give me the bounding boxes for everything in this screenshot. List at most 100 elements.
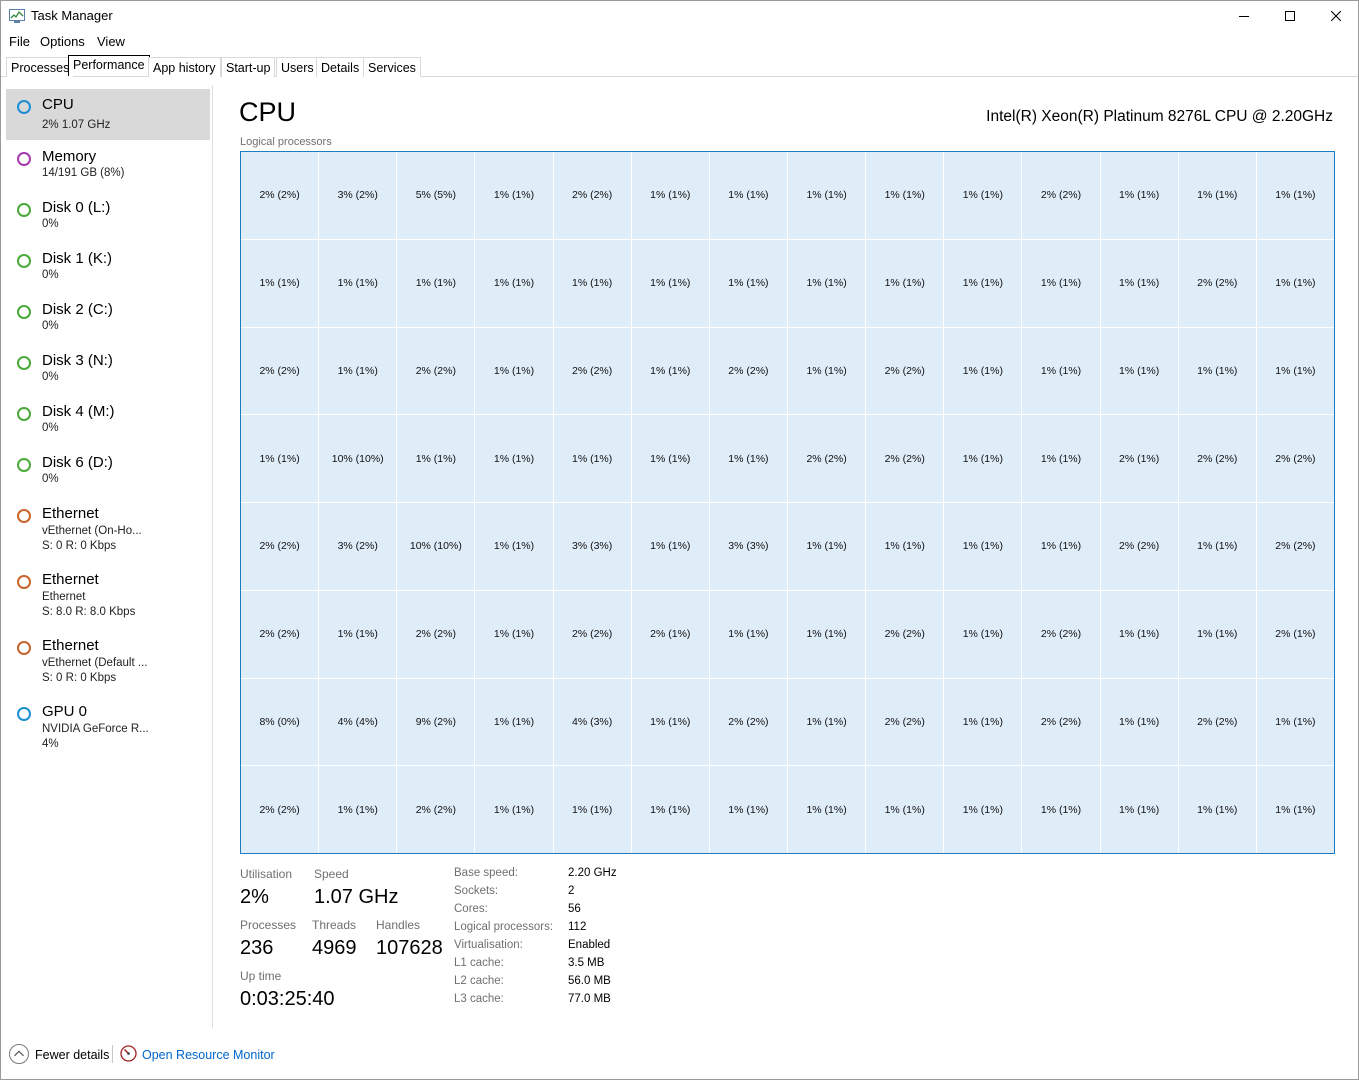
sidebar-item-throughput: S: 8.0 R: 8.0 Kbps [42, 606, 136, 618]
fewer-details-link[interactable]: Fewer details [35, 1048, 109, 1062]
logical-processor-cell: 1% (1%) [866, 239, 944, 327]
logical-processor-cell: 1% (1%) [788, 766, 866, 853]
spec-label: L2 cache: [454, 975, 504, 987]
logical-processor-cell: 1% (1%) [1256, 239, 1334, 327]
menu-bar: File Options View [1, 32, 1358, 52]
sidebar-item-title: Ethernet [42, 505, 99, 522]
resource-monitor-icon [120, 1045, 137, 1062]
logical-processor-cell: 1% (1%) [631, 239, 709, 327]
logical-processor-cell: 10% (10%) [319, 415, 397, 502]
logical-processor-cell: 1% (1%) [1178, 327, 1256, 415]
logical-processors-grid: 2% (2%) 3% (2%) 5% (5%) 1% (1%) 2% (2%) 1% (1… [240, 151, 1335, 854]
spec-value: 56 [568, 903, 581, 915]
tab-services[interactable]: Services [363, 57, 421, 77]
sidebar-item-memory[interactable]: Memory 14/191 GB (8%) [6, 141, 210, 191]
logical-processor-cell: 1% (1%) [788, 327, 866, 415]
minimize-icon [1239, 16, 1249, 17]
chevron-up-circle-icon[interactable] [9, 1044, 29, 1064]
title-bar: Task Manager [1, 1, 1358, 31]
tab-app-history[interactable]: App history [148, 57, 221, 77]
logical-processor-cell: 1% (1%) [1022, 327, 1100, 415]
tab-bar: Processes Performance App history Start-… [1, 55, 1358, 77]
sidebar-item-ethernet-3[interactable]: Ethernet vEthernet (Default ... S: 0 R: … [6, 630, 210, 695]
logical-processor-cell: 2% (1%) [631, 590, 709, 678]
logical-processor-cell: 2% (2%) [553, 590, 631, 678]
window-title: Task Manager [31, 8, 113, 23]
logical-processor-cell: 1% (1%) [475, 239, 553, 327]
sidebar-item-disk-6[interactable]: Disk 6 (D:) 0% [6, 447, 210, 497]
logical-processor-cell: 1% (1%) [1100, 678, 1178, 766]
logical-processor-cell: 2% (2%) [553, 152, 631, 239]
logical-processor-cell: 1% (1%) [553, 239, 631, 327]
disk-graph-icon [17, 407, 31, 421]
sidebar-item-gpu-0[interactable]: GPU 0 NVIDIA GeForce R... 4% [6, 696, 210, 761]
sidebar-item-disk-1[interactable]: Disk 1 (K:) 0% [6, 243, 210, 293]
maximize-button[interactable] [1267, 1, 1313, 31]
handles-label: Handles [376, 918, 421, 932]
logical-processor-cell: 2% (2%) [1100, 503, 1178, 590]
menu-view[interactable]: View [97, 34, 125, 49]
logical-processor-cell: 1% (1%) [319, 590, 397, 678]
task-manager-icon [9, 9, 25, 23]
logical-processor-cell: 2% (2%) [709, 678, 787, 766]
spec-label: Base speed: [454, 867, 518, 879]
tab-users[interactable]: Users [276, 57, 319, 77]
sidebar-item-disk-4[interactable]: Disk 4 (M:) 0% [6, 396, 210, 446]
logical-processor-cell: 1% (1%) [241, 239, 319, 327]
sidebar-item-detail: 0% [42, 473, 59, 485]
sidebar-item-detail: NVIDIA GeForce R... [42, 723, 149, 735]
menu-file[interactable]: File [9, 34, 30, 49]
sidebar-item-throughput: S: 0 R: 0 Kbps [42, 540, 117, 552]
sidebar-item-disk-3[interactable]: Disk 3 (N:) 0% [6, 345, 210, 395]
sidebar-item-detail: 0% [42, 320, 59, 332]
logical-processor-cell: 1% (1%) [1022, 415, 1100, 502]
logical-processor-cell: 2% (2%) [553, 327, 631, 415]
sidebar-item-disk-0[interactable]: Disk 0 (L:) 0% [6, 192, 210, 242]
handles-value: 107628 [376, 937, 443, 959]
tab-details[interactable]: Details [316, 57, 365, 77]
menu-options[interactable]: Options [40, 34, 85, 49]
logical-processor-cell: 1% (1%) [475, 327, 553, 415]
sidebar-item-ethernet-1[interactable]: Ethernet vEthernet (On-Ho... S: 0 R: 0 K… [6, 498, 210, 563]
sidebar-item-ethernet-2[interactable]: Ethernet Ethernet S: 8.0 R: 8.0 Kbps [6, 564, 210, 629]
logical-processor-cell: 1% (1%) [1256, 327, 1334, 415]
logical-processor-cell: 1% (1%) [631, 415, 709, 502]
speed-label: Speed [314, 867, 349, 881]
logical-processor-cell: 2% (2%) [1256, 415, 1334, 502]
spec-value: 77.0 MB [568, 993, 611, 1005]
sidebar-item-disk-2[interactable]: Disk 2 (C:) 0% [6, 294, 210, 344]
logical-processor-cell: 1% (1%) [709, 415, 787, 502]
logical-processor-cell: 2% (2%) [1022, 678, 1100, 766]
minimize-button[interactable] [1221, 1, 1267, 31]
page-title: CPU [239, 97, 297, 127]
logical-processor-cell: 1% (1%) [397, 415, 475, 502]
logical-processor-cell: 1% (1%) [319, 239, 397, 327]
spec-label: Cores: [454, 903, 488, 915]
sidebar-item-cpu[interactable]: CPU 2% 1.07 GHz [6, 89, 210, 140]
tab-start-up[interactable]: Start-up [221, 57, 276, 77]
footer-divider [112, 1045, 113, 1063]
logical-processor-cell: 2% (1%) [1100, 415, 1178, 502]
logical-processor-cell: 1% (1%) [1100, 327, 1178, 415]
logical-processor-cell: 1% (1%) [1178, 766, 1256, 853]
logical-processor-cell: 1% (1%) [241, 415, 319, 502]
logical-processor-cell: 3% (3%) [553, 503, 631, 590]
sidebar-item-detail: 14/191 GB (8%) [42, 167, 125, 179]
logical-processor-cell: 1% (1%) [631, 678, 709, 766]
logical-processor-cell: 4% (4%) [319, 678, 397, 766]
logical-processor-cell: 1% (1%) [866, 503, 944, 590]
sidebar-item-detail: 0% [42, 269, 59, 281]
close-button[interactable] [1313, 1, 1359, 31]
logical-processor-cell: 1% (1%) [788, 152, 866, 239]
network-graph-icon [17, 509, 31, 523]
network-graph-icon [17, 575, 31, 589]
logical-processor-cell: 1% (1%) [1100, 239, 1178, 327]
logical-processor-cell: 2% (2%) [866, 678, 944, 766]
logical-processor-cell: 1% (1%) [1178, 152, 1256, 239]
logical-processor-cell: 3% (3%) [709, 503, 787, 590]
open-resource-monitor-link[interactable]: Open Resource Monitor [142, 1048, 275, 1062]
sidebar-item-throughput: S: 0 R: 0 Kbps [42, 672, 117, 684]
tab-performance[interactable]: Performance [68, 55, 150, 76]
tab-processes[interactable]: Processes [6, 57, 75, 77]
logical-processor-cell: 1% (1%) [1022, 766, 1100, 853]
